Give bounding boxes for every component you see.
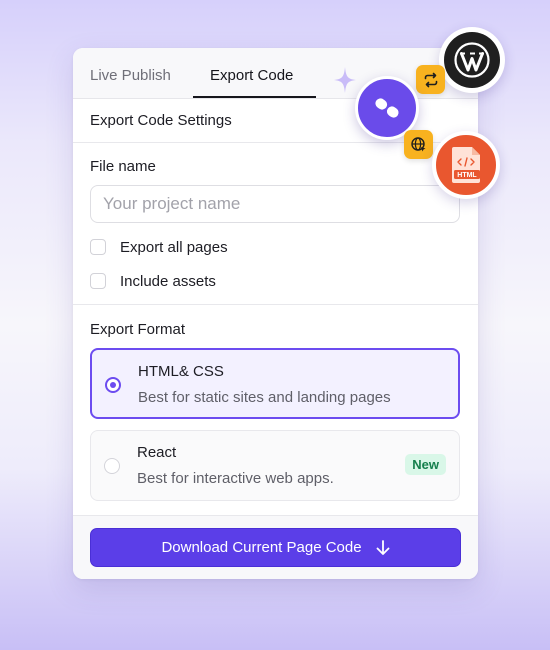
- format-description: Best for interactive web apps.: [137, 470, 334, 487]
- format-option-react[interactable]: React Best for interactive web apps. New: [90, 430, 460, 501]
- globe-icon: [404, 130, 433, 159]
- active-tab-indicator: [193, 96, 316, 98]
- panel-footer: Download Current Page Code: [73, 515, 478, 579]
- wordpress-logo-icon: [439, 27, 505, 93]
- file-name-input[interactable]: [90, 185, 460, 223]
- export-panel: Live Publish Export Code Export Code Set…: [73, 48, 478, 579]
- new-badge: New: [405, 454, 446, 475]
- export-format-label: Export Format: [90, 321, 186, 338]
- sparkle-icon: [333, 66, 357, 99]
- html-file-icon: HTML: [432, 131, 500, 199]
- format-title: HTML& CSS: [138, 363, 224, 380]
- divider: [73, 304, 478, 305]
- download-button-label: Download Current Page Code: [161, 539, 362, 556]
- sync-arrows-icon: [416, 65, 445, 94]
- download-code-button[interactable]: Download Current Page Code: [90, 528, 461, 567]
- tab-live-publish[interactable]: Live Publish: [90, 67, 171, 84]
- file-name-label: File name: [90, 158, 156, 175]
- include-assets-label: Include assets: [120, 272, 216, 290]
- export-all-pages-checkbox[interactable]: [90, 239, 106, 255]
- arrow-down-icon: [376, 539, 390, 556]
- export-all-pages-label: Export all pages: [120, 238, 228, 256]
- include-assets-option[interactable]: Include assets: [90, 272, 216, 290]
- format-option-html-css[interactable]: HTML& CSS Best for static sites and land…: [90, 348, 460, 419]
- format-title: React: [137, 444, 177, 461]
- settings-title: Export Code Settings: [90, 112, 232, 129]
- export-all-pages-option[interactable]: Export all pages: [90, 238, 228, 256]
- tab-export-code[interactable]: Export Code: [210, 67, 293, 84]
- react-radio[interactable]: [104, 458, 120, 474]
- html-css-radio[interactable]: [105, 377, 121, 393]
- format-description: Best for static sites and landing pages: [138, 389, 391, 406]
- html-file-label: HTML: [457, 172, 477, 179]
- include-assets-checkbox[interactable]: [90, 273, 106, 289]
